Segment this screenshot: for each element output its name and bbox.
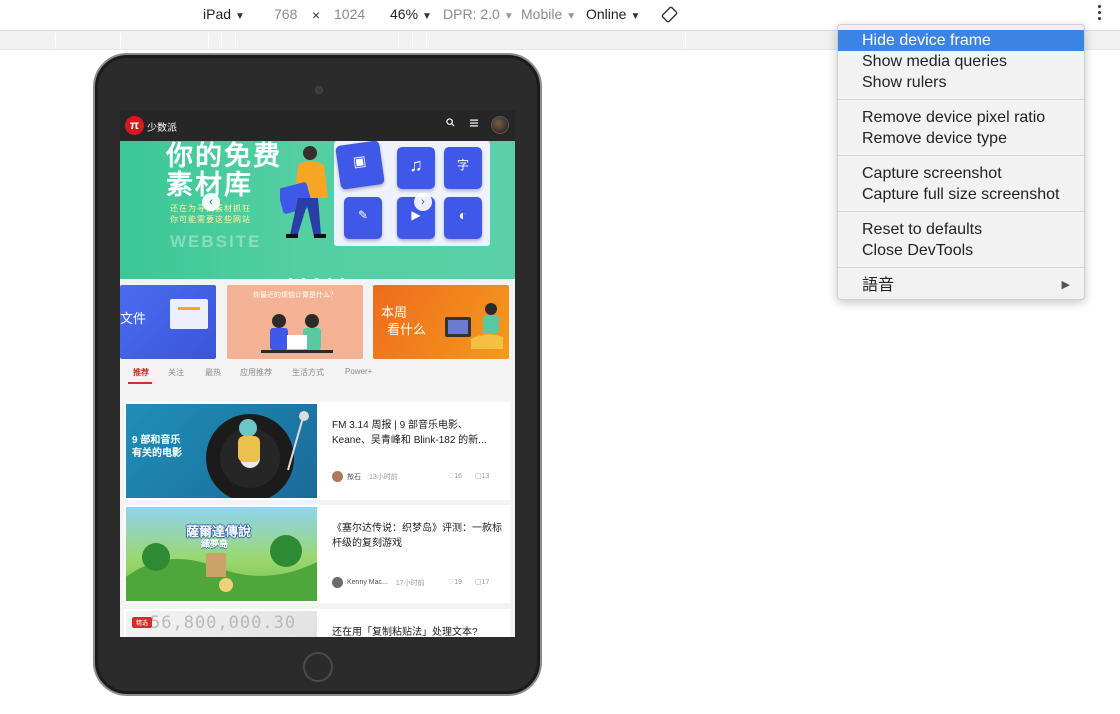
mode-select[interactable]: Mobile ▼ — [521, 6, 576, 25]
comment-count: 13 — [481, 473, 490, 480]
comment-icon[interactable]: ▢ — [475, 473, 482, 480]
dpr-select[interactable]: DPR: 2.0 ▼ — [443, 6, 514, 25]
article-title[interactable]: FM 3.14 周报 | 9 部音乐电影、Keane、吴青峰和 Blink-18… — [332, 418, 502, 448]
thumbnail-text-2: 有关的电影 — [132, 448, 182, 459]
menu-item-capture-screenshot[interactable]: Capture screenshot — [838, 163, 1084, 184]
zoom-select[interactable]: 46% ▼ — [390, 6, 432, 25]
promo-card-weekly[interactable]: 本周 看什么 — [373, 285, 509, 359]
chevron-down-icon: ▼ — [566, 11, 577, 22]
menu-item-show-media-queries[interactable]: Show media queries — [838, 51, 1084, 72]
menu-item-reset-to-defaults[interactable]: Reset to defaults — [838, 219, 1084, 240]
dpr-select-label: DPR: 2.0 — [443, 6, 500, 22]
article-card[interactable]: 薩爾達傳說 織夢島 《塞尔达传说：织梦岛》评测：一款标杆级的复刻游戏 Kenny… — [124, 505, 510, 603]
banner-watermark: WEBSITE — [170, 232, 262, 251]
times-label: × — [312, 7, 321, 23]
tab-lifestyle[interactable]: 生活方式 — [292, 367, 324, 378]
promo-label: 文件 — [120, 311, 147, 326]
featured-badge: 精选 — [132, 617, 153, 628]
user-avatar[interactable] — [491, 116, 509, 134]
tab-recommended[interactable]: 推荐 — [133, 367, 149, 378]
thumbnail-text-2: 織夢島 — [201, 539, 229, 549]
sspai-logo[interactable]: π — [125, 116, 144, 135]
music-icon: ♫ — [397, 147, 435, 189]
tab-app-recommendations[interactable]: 应用推荐 — [240, 367, 272, 378]
camera-dot — [315, 86, 323, 94]
menu-item-show-rulers[interactable]: Show rulers — [838, 72, 1084, 93]
device-options-menu: Hide device frame Show media queries Sho… — [837, 24, 1085, 300]
menu-item-remove-device-pixel-ratio[interactable]: Remove device pixel ratio — [838, 107, 1084, 128]
person-illustration — [280, 146, 328, 238]
chevron-down-icon: ▼ — [235, 11, 245, 22]
article-title[interactable]: 还在用「复制粘贴法」处理文本? — [332, 625, 502, 637]
palette-icon: ◐ — [444, 197, 482, 239]
article-thumbnail[interactable]: 9 部和音乐 有关的电影 — [126, 404, 317, 498]
carousel-dots[interactable] — [288, 270, 353, 279]
height-input[interactable]: 1024 — [334, 6, 365, 22]
tab-hottest[interactable]: 最热 — [205, 367, 221, 378]
font-icon: 字 — [444, 147, 482, 189]
menu-item-speech-label: 語音 — [862, 277, 895, 294]
menu-separator — [838, 99, 1084, 100]
article-title[interactable]: 《塞尔达传说：织梦岛》评测：一款标杆级的复刻游戏 — [332, 521, 502, 551]
menu-item-capture-full-size-screenshot[interactable]: Capture full size screenshot — [838, 184, 1084, 205]
image-icon: ▣ — [335, 141, 385, 190]
promo-label-2: 看什么 — [387, 322, 427, 337]
category-tabs: 推荐 关注 最热 应用推荐 生活方式 Power+ — [120, 365, 515, 387]
article-thumbnail[interactable]: 薩爾達傳說 織夢島 — [126, 507, 317, 601]
article-thumbnail[interactable]: 56,800,000.30 精选 — [126, 611, 317, 637]
marker-icon: ✎ — [344, 197, 382, 239]
post-time: 13小时前 — [369, 473, 398, 481]
brand-name[interactable]: 少数派 — [147, 119, 177, 134]
menu-icon[interactable] — [470, 118, 478, 132]
menu-item-close-devtools[interactable]: Close DevTools — [838, 240, 1084, 261]
post-time: 17小时前 — [395, 579, 425, 587]
submenu-arrow-icon: ▶ — [1061, 279, 1070, 291]
hero-banner[interactable]: 你的免费 素材库 还在为寻找素材抓狂 你可能需要这些网站 WEBSITE ♫ 字… — [120, 141, 515, 279]
width-input[interactable]: 768 — [274, 6, 297, 22]
menu-item-hide-device-frame[interactable]: Hide device frame — [838, 30, 1084, 51]
app-header: π 少数派 — [120, 110, 515, 141]
promo-card-question[interactable]: 你最近的烦恼计算是什么？ — [227, 285, 363, 359]
device-select[interactable]: iPad ▼ — [203, 6, 245, 25]
mode-select-label: Mobile — [521, 6, 563, 22]
article-card[interactable]: 9 部和音乐 有关的电影 FM 3.14 周报 | 9 部音乐电影、Keane、… — [124, 402, 510, 500]
tab-following[interactable]: 关注 — [168, 367, 184, 378]
comment-icon[interactable]: ▢ — [475, 579, 482, 586]
zoom-select-label: 46% — [390, 6, 419, 22]
network-select[interactable]: Online ▼ — [586, 6, 640, 25]
home-button — [303, 652, 333, 682]
article-card[interactable]: 56,800,000.30 精选 还在用「复制粘贴法」处理文本? — [124, 609, 510, 637]
menu-item-remove-device-type[interactable]: Remove device type — [838, 128, 1084, 149]
chevron-left-icon[interactable]: ‹ — [202, 193, 220, 211]
tab-power-plus[interactable]: Power+ — [345, 367, 372, 376]
device-screen: π 少数派 你的免费 素材库 还在为寻找素材抓狂 你可能需要这些网站 WEBSI… — [120, 110, 515, 637]
chevron-right-icon[interactable]: › — [414, 193, 432, 211]
banner-tagline-2: 你可能需要这些网站 — [170, 215, 251, 224]
menu-item-speech[interactable]: 語音 ▶ — [838, 275, 1084, 296]
promo-card-files[interactable]: 文件 — [120, 285, 216, 359]
menu-separator — [838, 211, 1084, 212]
more-vert-icon[interactable] — [1098, 5, 1102, 23]
menu-separator — [838, 267, 1084, 268]
promo-label-1: 本周 — [381, 305, 408, 320]
like-count: 19 — [454, 579, 463, 586]
chevron-down-icon: ▼ — [503, 11, 514, 22]
search-icon[interactable] — [446, 118, 455, 132]
author-avatar[interactable] — [332, 471, 343, 482]
author-name[interactable]: 揿石 — [347, 472, 361, 482]
menu-separator — [838, 155, 1084, 156]
chevron-down-icon: ▼ — [630, 11, 641, 22]
network-select-label: Online — [586, 6, 627, 22]
promo-row: 文件 你最近的烦恼计算是什么？ 本周 看什么 — [120, 285, 515, 360]
author-name[interactable]: Kenny Mac... — [347, 579, 388, 586]
rotate-icon[interactable] — [661, 6, 678, 26]
comment-count: 17 — [481, 579, 490, 586]
like-count: 16 — [454, 473, 463, 480]
promo-label: 你最近的烦恼计算是什么？ — [253, 292, 337, 299]
chevron-down-icon: ▼ — [422, 11, 432, 22]
active-tab-indicator — [128, 382, 152, 384]
author-avatar[interactable] — [332, 577, 343, 588]
device-select-label: iPad — [203, 6, 232, 22]
